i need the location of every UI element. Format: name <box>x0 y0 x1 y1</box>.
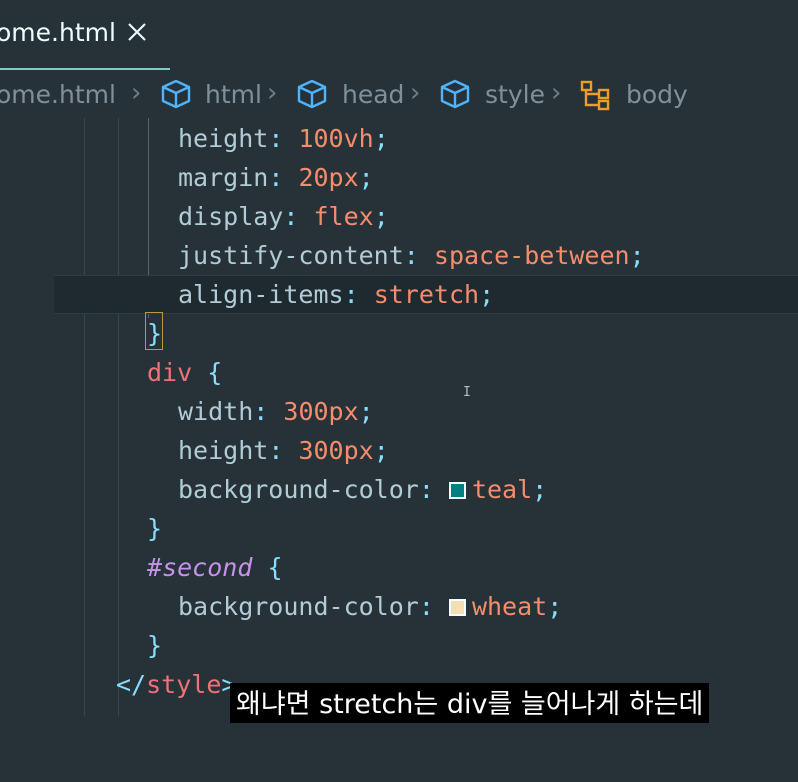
tab-bar: ome.html <box>0 0 798 70</box>
cube-icon <box>160 79 192 115</box>
code-line: height: 300px; <box>178 436 389 465</box>
close-icon[interactable] <box>124 18 150 46</box>
code-line: display: flex; <box>178 202 389 231</box>
breadcrumb-item-body[interactable]: body <box>626 80 688 109</box>
code-line: background-color: wheat; <box>178 592 563 621</box>
breadcrumb-item-head[interactable]: head <box>342 80 404 109</box>
code-editor[interactable]: height: 100vh; margin: 20px; display: fl… <box>0 118 798 716</box>
video-subtitle: 왜냐면 stretch는 div를 늘어나게 하는데 <box>230 683 710 723</box>
breadcrumb-separator: › <box>551 78 562 108</box>
symbol-structure-icon <box>579 79 613 117</box>
editor-tab[interactable]: ome.html <box>0 0 170 70</box>
color-swatch-teal[interactable] <box>448 482 466 499</box>
code-line: } <box>147 514 163 543</box>
code-line: } <box>0 312 798 353</box>
breadcrumb: ome.html › html › head › style › body <box>0 74 798 118</box>
breadcrumb-item-file[interactable]: ome.html <box>0 80 116 109</box>
code-line: width: 300px; <box>178 397 374 426</box>
code-line: margin: 20px; <box>178 163 374 192</box>
code-line: justify-content: space-between; <box>178 241 645 270</box>
code-line-active: align-items: stretch; <box>0 275 798 314</box>
code-line: } <box>147 631 163 660</box>
code-line: div { <box>147 358 223 387</box>
breadcrumb-item-style[interactable]: style <box>485 80 545 109</box>
cube-icon <box>296 79 328 115</box>
breadcrumb-item-html[interactable]: html <box>205 80 262 109</box>
color-swatch-wheat[interactable] <box>448 599 466 616</box>
breadcrumb-separator: › <box>131 78 142 108</box>
text-cursor-icon: I <box>463 385 471 400</box>
cube-icon <box>439 79 471 115</box>
code-line: height: 100vh; <box>178 124 389 153</box>
breadcrumb-separator: › <box>267 78 278 108</box>
tab-title: ome.html <box>0 18 116 47</box>
breadcrumb-separator: › <box>410 78 421 108</box>
code-line: background-color: teal; <box>178 475 548 504</box>
active-tab-indicator <box>0 68 170 70</box>
code-line: #second { <box>147 553 283 582</box>
